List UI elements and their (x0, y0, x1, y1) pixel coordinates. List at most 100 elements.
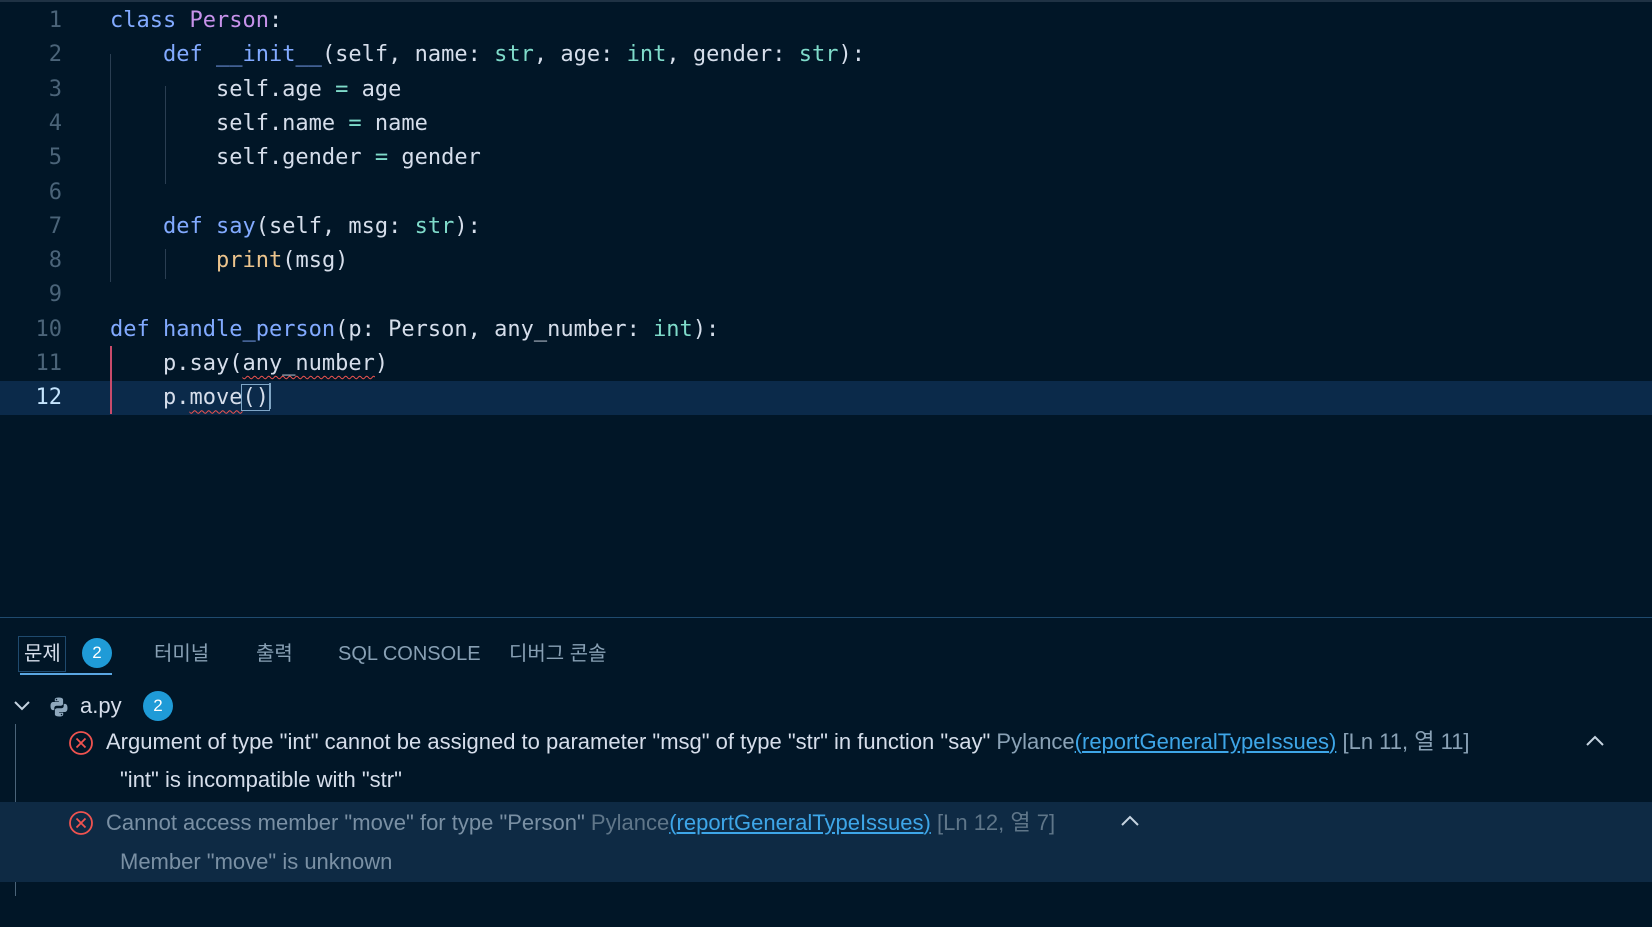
line-number: 6 (48, 179, 62, 205)
problem-source: Pylance (590, 810, 670, 835)
problem-message-line: Argument of type "int" cannot be assigne… (106, 724, 1470, 760)
tab-debug-console[interactable]: 디버그 콘솔 (509, 636, 607, 672)
problem-detail: "int" is incompatible with "str" (120, 767, 402, 792)
code-token: name (361, 110, 428, 136)
code-text: class Person: (110, 4, 282, 38)
problems-panel: 문제 2 터미널 출력 SQL CONSOLE 디버그 콘솔 a.py 2 Ar… (0, 617, 1652, 927)
problem-item[interactable]: Argument of type "int" cannot be assigne… (0, 724, 1652, 802)
code-token: ): (838, 42, 866, 68)
code-token: = (374, 145, 389, 171)
problem-location: [Ln 11, 열 11] (1342, 729, 1470, 754)
line-number: 12 (35, 385, 63, 411)
line-number: 11 (35, 351, 63, 376)
code-token: , age: (533, 42, 627, 68)
problem-location: [Ln 12, 열 7] (937, 810, 1056, 835)
problem-source: Pylance (996, 729, 1075, 754)
tab-output[interactable]: 출력 (256, 636, 293, 672)
code-line[interactable]: 5 self.gender = gender (0, 141, 1652, 175)
code-token: str (414, 213, 455, 239)
tab-sql-console[interactable]: SQL CONSOLE (338, 636, 481, 672)
code-token: int (626, 42, 667, 68)
code-line[interactable]: 9 (0, 278, 1652, 312)
line-number: 3 (48, 76, 62, 102)
code-line[interactable]: 4 self.name = name (0, 107, 1652, 141)
collapse-chevron-up-icon[interactable] (1584, 734, 1606, 748)
code-token: str (798, 42, 839, 68)
collapse-chevron-up-icon[interactable] (1119, 814, 1141, 828)
code-token: () (241, 384, 270, 412)
line-number: 5 (48, 145, 62, 171)
code-token: age (348, 76, 402, 102)
chevron-down-icon[interactable] (12, 696, 32, 716)
problem-rule-open: ( (669, 810, 677, 835)
code-line[interactable]: 1 class Person: (0, 4, 1652, 38)
file-name: a.py (80, 693, 122, 718)
error-squiggle-token: any_number (242, 351, 375, 376)
error-icon (69, 731, 93, 755)
problem-rule-link[interactable]: reportGeneralTypeIssues (677, 810, 924, 835)
line-number: 8 (48, 248, 62, 274)
code-line[interactable]: 11 p.say(any_number) (0, 347, 1652, 381)
code-line[interactable]: 10 def handle_person(p: Person, any_numbe… (0, 313, 1652, 347)
line-number: 10 (35, 316, 63, 342)
indent-guide (165, 249, 166, 279)
code-token: int (653, 316, 693, 342)
problem-message: Cannot access member "move" for type "Pe… (106, 810, 585, 835)
tab-terminal[interactable]: 터미널 (154, 636, 209, 672)
problem-detail: Member "move" is unknown (120, 849, 393, 874)
code-line[interactable]: 7 def say(self, msg: str): (0, 210, 1652, 244)
python-icon (50, 697, 68, 717)
code-editor[interactable]: 1 class Person: 2 def __init__(self, name:… (0, 0, 1652, 617)
problems-file-group[interactable]: a.py 2 (0, 688, 1652, 724)
code-token: ): (454, 213, 481, 239)
code-token: = (335, 76, 349, 102)
code-token: handle_person (162, 316, 336, 342)
code-text: self.age = age (110, 73, 401, 107)
code-token: p. (110, 385, 190, 411)
problems-count-badge: 2 (82, 638, 112, 668)
code-token: ): (692, 316, 720, 342)
code-text: p.move() (110, 381, 271, 415)
problem-message-line: Cannot access member "move" for type "Pe… (106, 805, 1055, 841)
code-token: print (215, 248, 283, 274)
problem-rule-close: ) (1329, 729, 1337, 754)
code-token: str (494, 42, 534, 68)
code-token: (p: Person, any_number: (335, 316, 654, 342)
code-token: = (348, 110, 362, 136)
line-number: 9 (48, 282, 62, 308)
code-token: p.say( (110, 351, 243, 376)
code-text: def say(self, msg: str): (110, 210, 481, 244)
code-token: (msg) (282, 248, 349, 274)
code-token: (self, msg: (255, 213, 415, 239)
code-token: self.age (110, 76, 336, 102)
code-line[interactable]: 12 p.move() (0, 381, 1652, 416)
code-line[interactable]: 8 print(msg) (0, 244, 1652, 278)
indent-guide (165, 86, 166, 184)
code-token: ) (374, 351, 389, 376)
panel-tabs: 문제 2 터미널 출력 SQL CONSOLE 디버그 콘솔 (0, 618, 1652, 686)
code-token: self.name (110, 110, 349, 136)
line-number: 4 (48, 110, 62, 136)
code-line[interactable]: 6 (0, 176, 1652, 210)
code-line[interactable]: 3 self.age = age (0, 73, 1652, 107)
line-number: 7 (48, 213, 62, 239)
problem-message: Argument of type "int" cannot be assigne… (106, 729, 991, 754)
indent-guide-active (110, 346, 112, 414)
tab-problems[interactable]: 문제 (24, 636, 61, 672)
problem-rule-link[interactable]: reportGeneralTypeIssues (1082, 729, 1329, 754)
code-text: print(msg) (110, 244, 348, 278)
code-token: say (215, 213, 256, 239)
line-number: 1 (48, 8, 62, 33)
code-token: gender (388, 145, 481, 171)
error-squiggle-token: move (189, 385, 243, 411)
line-number: 2 (48, 42, 62, 68)
code-line[interactable]: 2 def __init__(self, name: str, age: int… (0, 38, 1652, 72)
problem-item-selected[interactable]: Cannot access member "move" for type "Pe… (0, 802, 1652, 882)
problem-rule-close: ) (923, 810, 931, 835)
code-text: p.say(any_number) (110, 347, 388, 381)
file-problem-count-badge: 2 (143, 691, 173, 721)
problem-rule-open: ( (1074, 729, 1082, 754)
